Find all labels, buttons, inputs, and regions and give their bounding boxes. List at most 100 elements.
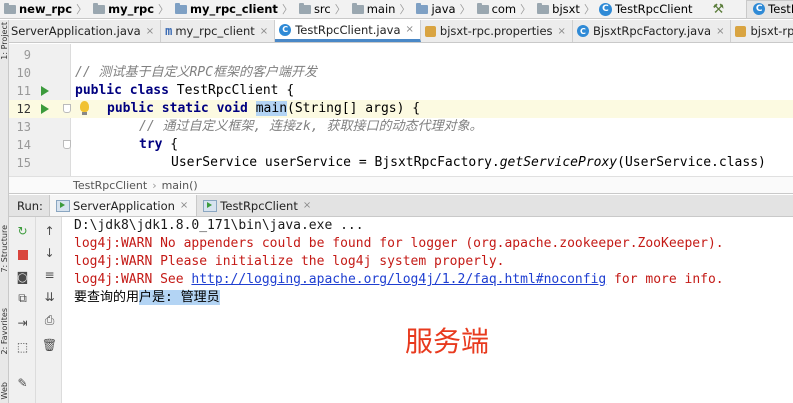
tab-label: ServerApplication.java [11,24,141,38]
scroll-to-end-icon[interactable]: ⇊ [42,289,57,304]
console-line-command: D:\jdk8\jdk1.8.0_171\bin\java.exe ... [74,218,364,233]
code-line-12: 12 public static void main(String[] args… [9,100,793,118]
breadcrumb-bjsxt[interactable]: bjsxt [533,0,582,18]
run-toolbar-secondary: ↑ ↓ ≡ ⇊ ⎙ 🗑 [36,217,62,403]
properties-file-icon [424,25,436,37]
run-tab-label: TestRpcClient [220,198,298,213]
console-text: for more info. [606,272,724,287]
tab-label: BjsxtRpcFactory.java [592,24,712,38]
breadcrumb-testrpcclient[interactable]: C TestRpcClient [597,0,695,18]
build-hammer-icon[interactable]: ⚒ [713,2,725,17]
code-method: getServiceProxy [499,155,618,170]
editor-breadcrumb-class[interactable]: TestRpcClient [73,179,147,192]
breadcrumb-src[interactable]: src [295,0,333,18]
breadcrumb-label: my_rpc_client [190,2,278,16]
tab-server-application[interactable]: ServerApplication.java × [9,20,162,42]
fold-marker-icon[interactable] [63,104,71,113]
stop-icon[interactable] [15,247,30,262]
breadcrumb-separator: › [152,178,157,192]
pin-tab-icon[interactable]: ✎ [15,375,30,390]
code-keyword: public class [75,83,169,98]
run-tab-test-rpc-client[interactable]: TestRpcClient × [196,195,319,216]
tab-bjsxt-rpc-properties-2[interactable]: bjsxt-rpc.properties [731,20,793,42]
line-number: 14 [16,138,31,152]
left-tool-stripe: 1: Project 7: Structure 2: Favorites Web [0,20,9,403]
code-line-11: 11 public class TestRpcClient { [9,82,793,100]
close-icon[interactable]: × [558,26,566,37]
console-line-output: 要查询的用户是: 管理员 [74,289,220,307]
breadcrumb-label: java [431,2,456,16]
run-tab-label: ServerApplication [72,198,175,213]
code-plain: (String[] args) { [287,101,421,116]
folder-icon [4,2,16,14]
run-tab-server-application[interactable]: ServerApplication × [48,195,197,216]
breadcrumb-separator: 〉 [76,3,88,16]
close-icon[interactable]: × [716,26,724,37]
run-tool-header: Run: ServerApplication × TestRpcClient × [9,195,793,217]
module-folder-icon [175,2,188,14]
breadcrumb-label: bjsxt [552,2,580,16]
code-text: try { [139,136,178,154]
breadcrumb-separator: 〉 [158,3,170,16]
breadcrumb-separator: 〉 [520,3,532,16]
run-gutter-icon[interactable] [41,86,49,96]
code-line-15: 15 UserService userService = BjsxtRpcFac… [9,154,793,172]
breadcrumb-my-rpc[interactable]: my_rpc [89,0,156,18]
export-icon[interactable]: ⇥ [15,315,30,330]
restore-layout-icon[interactable]: ⧉ [15,291,30,306]
console-output[interactable]: D:\jdk8\jdk1.8.0_171\bin\java.exe ... lo… [63,217,793,403]
breadcrumb-label: my_rpc [108,2,155,16]
close-icon[interactable]: × [146,26,154,37]
breadcrumb-label: src [313,2,331,16]
fold-marker-icon[interactable] [63,140,71,149]
close-icon[interactable]: × [303,200,311,211]
close-icon[interactable]: × [180,200,188,211]
editor-breadcrumb-method[interactable]: main() [162,179,198,192]
rerun-icon[interactable]: ↻ [15,223,30,238]
class-icon: C [576,25,589,37]
console-link[interactable]: http://logging.apache.org/log4j/1.2/faq.… [191,272,606,287]
module-icon: m [165,24,173,38]
breadcrumb-label: main [366,2,396,16]
tab-label: bjsxt-rpc.properties [750,24,793,38]
arrow-down-icon[interactable]: ↓ [42,245,57,260]
arrow-up-icon[interactable]: ↑ [42,223,57,238]
breadcrumb-new-rpc[interactable]: new_rpc [0,0,74,18]
console-text: log4j:WARN See [74,272,192,287]
tab-bjsxt-rpc-factory[interactable]: C BjsxtRpcFactory.java × [573,20,732,42]
run-tool-title: Run: [17,198,43,213]
code-comment: // 测试基于自定义RPC框架的客户端开发 [75,65,317,80]
run-configuration-select[interactable]: C TestRpcClient ▼ [746,0,793,18]
code-line-13: 13 // 通过自定义框架, 连接zk, 获取接口的动态代理对象。 [9,118,793,136]
folder-icon [298,2,311,14]
tab-my-rpc-client[interactable]: m my_rpc_client × [161,20,276,42]
package-icon [537,2,550,14]
pin-icon[interactable]: ⬚ [15,339,30,354]
trash-icon[interactable]: 🗑 [42,337,57,352]
breadcrumb-main[interactable]: main [348,0,398,18]
breadcrumb-separator: 〉 [459,3,471,16]
breadcrumb-java[interactable]: java [412,0,457,18]
close-icon[interactable]: × [406,24,414,35]
breadcrumb-separator: 〉 [399,3,411,16]
code-text: public class TestRpcClient { [75,82,294,100]
close-icon[interactable]: × [260,26,268,37]
line-number: 13 [16,120,31,134]
code-editor[interactable]: 9 10 // 测试基于自定义RPC框架的客户端开发 11 public cla… [9,44,793,176]
tab-test-rpc-client[interactable]: C TestRpcClient.java × [275,20,421,42]
lightbulb-icon[interactable] [80,101,89,115]
breadcrumb-com[interactable]: com [473,0,519,18]
package-icon [476,2,489,14]
editor-breadcrumb: TestRpcClient › main() [9,176,793,194]
code-text: UserService userService = BjsxtRpcFactor… [171,154,766,172]
soft-wrap-icon[interactable]: ≡ [42,267,57,282]
run-gutter-icon[interactable] [41,104,49,114]
breadcrumb-separator: 〉 [334,3,346,16]
camera-icon[interactable]: ◙ [15,269,30,284]
code-comment: // 通过自定义框架, 连接zk, 获取接口的动态代理对象。 [139,119,483,134]
tab-bjsxt-rpc-properties[interactable]: bjsxt-rpc.properties × [421,20,573,42]
breadcrumb-my-rpc-client[interactable]: my_rpc_client [171,0,280,18]
run-config-icon [55,199,70,212]
print-icon[interactable]: ⎙ [42,313,57,328]
console-text-selected: 户是: 管理员 [139,290,220,305]
